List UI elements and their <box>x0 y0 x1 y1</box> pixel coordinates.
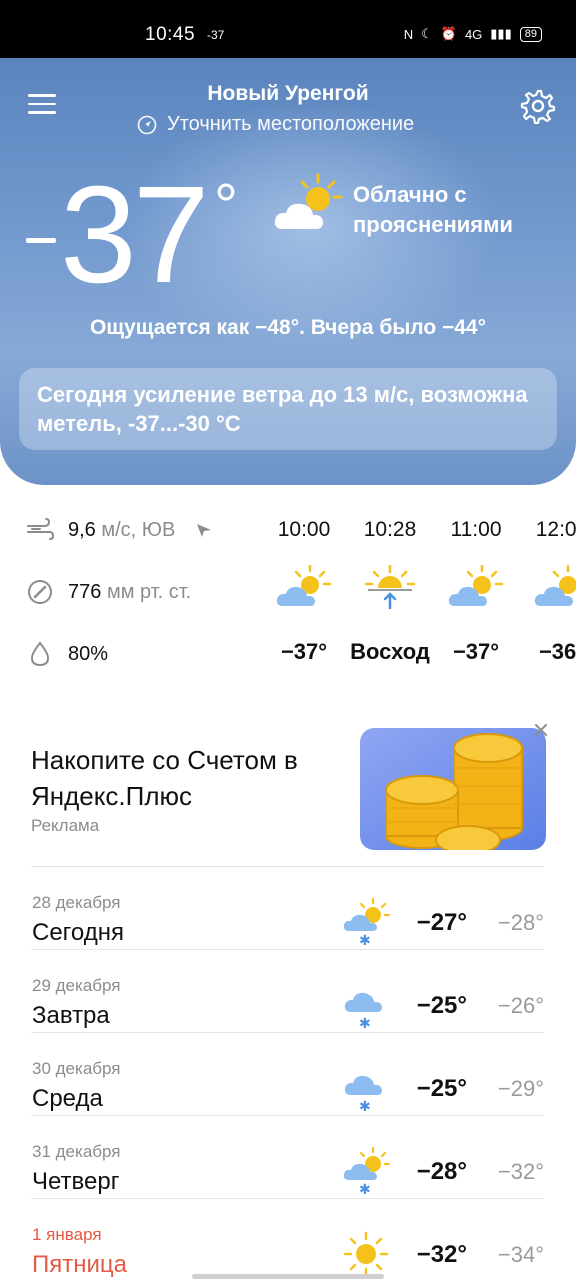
forecast-row[interactable]: 1 января Пятница −32° −34° <box>31 1199 544 1280</box>
signal-icon: ▮▮▮ <box>490 26 512 41</box>
hour-time: 12:00 <box>535 518 576 541</box>
location-arrow-icon <box>137 115 157 134</box>
current-temperature: 37 <box>60 158 209 312</box>
moon-icon: ☾ <box>421 26 433 41</box>
settings-gear-icon[interactable] <box>520 88 556 124</box>
cloudy-snow-icon: ✱ <box>344 1075 382 1113</box>
pressure-gauge-icon <box>28 580 52 604</box>
pressure-unit: мм рт. ст. <box>106 580 192 603</box>
wind-direction-icon <box>197 524 212 537</box>
status-time: 10:45 <box>145 24 196 45</box>
wind-value: 9,6 <box>68 518 96 541</box>
status-icons: N ☾ ⏰ 4G ▮▮▮ 89 <box>404 26 542 42</box>
hourly-item[interactable]: 10:28 Восход <box>344 518 436 665</box>
partly-cloudy-icon <box>276 564 332 606</box>
ad-coins-image[interactable] <box>360 728 546 850</box>
hourly-item[interactable]: 10:00 −37° <box>268 518 350 665</box>
forecast-day: Завтра <box>32 1002 110 1029</box>
wind-row: 9,6 м/с, ЮВ <box>26 516 213 544</box>
cloudy-snow-icon: ✱ <box>344 992 382 1030</box>
alarm-icon: ⏰ <box>440 26 457 41</box>
partly-cloudy-icon <box>448 564 504 606</box>
forecast-max: −27° <box>416 909 467 936</box>
forecast-day: Среда <box>32 1085 103 1112</box>
degree-sign: ° <box>214 172 238 239</box>
hour-temp: −36° <box>538 639 576 664</box>
svg-text:✱: ✱ <box>359 933 371 947</box>
forecast-date: 30 декабря <box>32 1059 121 1078</box>
forecast-max: −25° <box>416 1075 467 1102</box>
hourly-item[interactable]: 12:00 −36° <box>516 518 576 665</box>
humidity-row: 80% <box>26 640 108 668</box>
hour-temp: −37° <box>452 639 500 664</box>
hour-temp: Восход <box>350 639 430 664</box>
forecast-max: −25° <box>416 992 467 1019</box>
locate-button[interactable]: Уточнить местоположение <box>137 113 414 136</box>
forecast-date: 1 января <box>32 1225 102 1244</box>
hour-time: 10:28 <box>363 518 417 541</box>
forecast-date: 29 декабря <box>32 976 121 995</box>
forecast-date: 28 декабря <box>32 893 121 912</box>
wind-unit: м/с, ЮВ <box>101 518 176 541</box>
hourly-forecast[interactable]: 10:00 −37° 10:28 Восход 11:00 −37° 12:0 … <box>268 518 576 678</box>
forecast-max: −28° <box>416 1158 467 1185</box>
ad-title[interactable]: Накопите со Счетом в Яндекс.Плюс <box>31 742 351 814</box>
home-indicator[interactable] <box>192 1274 384 1279</box>
nfc-icon: N <box>403 26 414 42</box>
svg-text:✱: ✱ <box>359 1099 371 1113</box>
sun-icon <box>343 1231 389 1277</box>
status-bar: 10:45 -37 N ☾ ⏰ 4G ▮▮▮ 89 <box>0 0 576 58</box>
hour-time: 11:00 <box>450 518 502 541</box>
forecast-day: Четверг <box>32 1168 120 1195</box>
partly-cloudy-snow-icon: ✱ <box>343 1146 391 1196</box>
svg-text:✱: ✱ <box>359 1016 371 1030</box>
weather-alert[interactable]: Сегодня усиление ветра до 13 м/с, возмож… <box>19 368 557 450</box>
current-weather-panel: Новый Уренгой Уточнить местоположение 37… <box>0 58 576 485</box>
svg-text:✱: ✱ <box>359 1182 371 1196</box>
forecast-date: 31 декабря <box>32 1142 121 1161</box>
wind-icon <box>27 518 54 540</box>
forecast-row[interactable]: 30 декабря Среда ✱ −25° −29° <box>31 1033 544 1116</box>
condition-text: Облачно с прояснениями <box>353 182 513 237</box>
forecast-min: −28° <box>497 910 544 935</box>
network-label: 4G <box>464 26 483 42</box>
forecast-day: Сегодня <box>32 919 124 946</box>
humidity-drop-icon <box>30 641 50 667</box>
forecast-day: Пятница <box>32 1251 127 1278</box>
humidity-value: 80% <box>68 642 109 665</box>
battery-icon: 89 <box>519 26 542 42</box>
hour-temp: −37° <box>280 639 328 664</box>
status-temp: -37 <box>207 28 225 42</box>
forecast-row[interactable]: 31 декабря Четверг ✱ −28° −32° <box>31 1116 544 1199</box>
hourly-item[interactable]: 11:00 −37° <box>430 518 522 665</box>
city-name[interactable]: Новый Уренгой <box>0 82 576 106</box>
locate-label: Уточнить местоположение <box>167 113 415 135</box>
forecast-row[interactable]: 29 декабря Завтра ✱ −25° −26° <box>31 950 544 1033</box>
sunrise-icon <box>364 564 416 610</box>
close-icon[interactable] <box>531 720 551 740</box>
hour-time: 10:00 <box>277 518 331 541</box>
forecast-row[interactable]: 28 декабря Сегодня ✱ −27° −28° <box>31 867 544 950</box>
partly-cloudy-snow-icon: ✱ <box>343 897 391 947</box>
forecast-max: −32° <box>416 1241 467 1268</box>
ad-label: Реклама <box>31 816 100 835</box>
forecast-min: −32° <box>497 1159 544 1184</box>
forecast-min: −26° <box>497 993 544 1018</box>
forecast-min: −29° <box>497 1076 544 1101</box>
temperature-minus-sign <box>26 238 56 243</box>
forecast-min: −34° <box>497 1242 544 1267</box>
ad-banner[interactable]: Накопите со Счетом в Яндекс.Плюс Реклама <box>31 720 547 860</box>
pressure-value: 776 <box>68 580 102 603</box>
daily-forecast-list: 28 декабря Сегодня ✱ −27° −28° 29 декабр… <box>31 867 544 1280</box>
weather-details: 9,6 м/с, ЮВ 776 мм рт. ст. 80% 10:00 −37… <box>0 500 576 680</box>
pressure-row: 776 мм рт. ст. <box>26 578 191 606</box>
feels-like-text: Ощущается как −48°. Вчера было −44° <box>89 316 487 339</box>
partly-cloudy-icon <box>274 173 343 229</box>
partly-cloudy-icon <box>534 564 576 606</box>
